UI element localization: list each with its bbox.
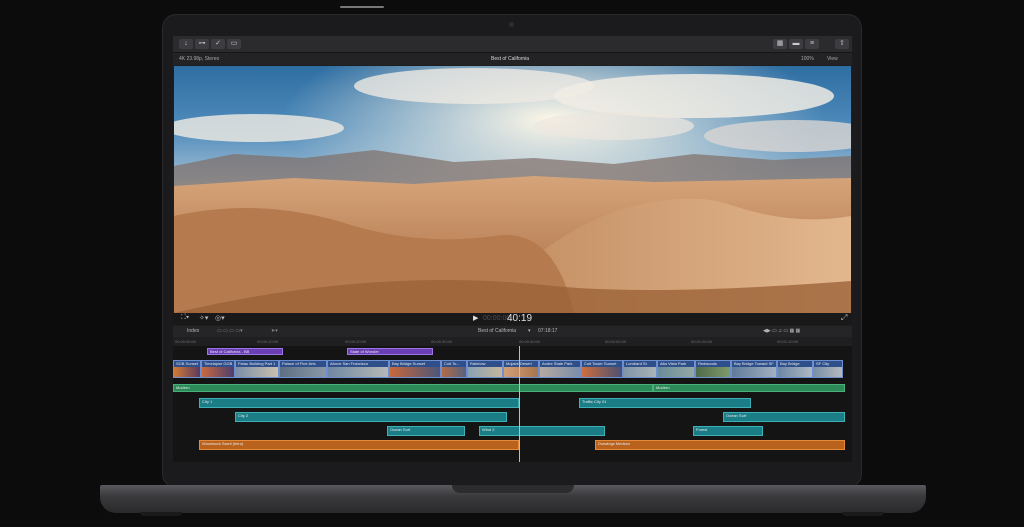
video-clip[interactable]: Coit To... <box>441 360 467 378</box>
timeline-view-icons[interactable]: ◀▶ ▭ ♫ ▭ ▦ ▦ <box>763 326 800 337</box>
compound-clip[interactable]: State of Wonder <box>347 348 433 355</box>
keyword-icon[interactable]: ⊶ <box>195 39 209 49</box>
index-tab[interactable]: Index <box>187 326 199 337</box>
laptop-hinge-highlight <box>340 6 384 8</box>
timecode-display[interactable]: 40:19 <box>507 313 532 324</box>
ruler-tick: 00:01:00:00 <box>691 339 713 344</box>
view-menu[interactable]: View <box>827 53 838 65</box>
viewer-image <box>174 66 851 313</box>
final-cut-window: ↓ ⊶ ✓ ▭ ▦ ▬ ≡ ⇧ 4K 23.98p, Stereo Best o… <box>173 36 852 462</box>
project-title: Best of California <box>491 56 530 62</box>
video-clip[interactable]: Timelapse GGB <box>201 360 235 378</box>
music-clip[interactable]: Modern <box>653 384 845 392</box>
video-clip[interactable]: SGB Sunset <box>173 360 201 378</box>
video-clip[interactable]: Lombard St <box>623 360 657 378</box>
enhance-icon[interactable]: ✧▾ <box>199 314 208 322</box>
import-icon[interactable]: ↓ <box>179 39 193 49</box>
audio-clip[interactable]: Wind 2 <box>479 426 605 436</box>
timeline-tracks[interactable]: Best of California - BB State of Wonder … <box>173 346 852 462</box>
tool-select-icon[interactable]: ➤▾ <box>271 326 278 337</box>
audio-clip[interactable]: Ocean Surf <box>387 426 465 436</box>
share-export-icon[interactable]: ⇧ <box>835 39 849 49</box>
timeline-dropdown-icon[interactable]: ▾ <box>528 326 531 337</box>
share-icon[interactable]: ▭ <box>227 39 241 49</box>
play-icon[interactable]: ▶ <box>473 314 478 322</box>
audio-clip[interactable]: City 1 <box>199 398 519 408</box>
audio-clip[interactable]: City 2 <box>235 412 507 422</box>
video-clip[interactable]: Redwoods <box>695 360 731 378</box>
ruler-tick: 00:00:30:00 <box>431 339 453 344</box>
video-clip[interactable]: Andre State Park <box>539 360 581 378</box>
video-clip[interactable]: Palau Building Part 1 <box>235 360 279 378</box>
laptop-foot <box>140 512 182 516</box>
video-clip[interactable]: Palace of Fine Arts <box>279 360 327 378</box>
format-info: 4K 23.98p, Stereo <box>179 56 220 62</box>
viewer-play-bar: ⛶▾ ✧▾ ◎▾ ▶ 00:00:00 40:19 ⤢ <box>173 313 852 325</box>
ruler-tick: 00:00:40:00 <box>519 339 541 344</box>
compound-clip[interactable]: Best of California - BB <box>207 348 283 355</box>
ruler-tick: 00:00:10:00 <box>257 339 279 344</box>
timeline-ruler[interactable]: 00:00:00:00 00:00:10:00 00:00:20:00 00:0… <box>173 337 852 346</box>
video-clip[interactable]: Bay Bridge Sunset <box>389 360 441 378</box>
timeline-name[interactable]: Best of California <box>478 326 516 337</box>
edit-buttons-icon[interactable]: ▭ ▭ ▭ ▭▾ <box>217 326 243 337</box>
browser-layout-icon[interactable]: ▦ <box>773 39 787 49</box>
video-clip[interactable]: Bay Bridge <box>777 360 813 378</box>
video-clip[interactable]: Bay Bridge Toward SF <box>731 360 777 378</box>
laptop-base-notch <box>452 485 574 493</box>
timeline-toolbar: Index ▭ ▭ ▭ ▭▾ ➤▾ Best of California ▾ 0… <box>173 326 852 337</box>
music-clip[interactable]: Modern <box>173 384 653 392</box>
laptop-foot <box>842 512 884 516</box>
video-clip[interactable]: Coit Tower Sunset <box>581 360 623 378</box>
audio-clip[interactable]: Ocean Surf <box>723 412 845 422</box>
audio-clip[interactable]: Traffic City 01 <box>579 398 751 408</box>
top-toolbar: ↓ ⊶ ✓ ▭ ▦ ▬ ≡ ⇧ <box>173 36 852 53</box>
transform-icon[interactable]: ⛶▾ <box>181 314 189 322</box>
video-clip[interactable]: Alta Vista Park <box>657 360 695 378</box>
camera-icon <box>509 22 514 27</box>
viewer-info-bar: 4K 23.98p, Stereo Best of California 100… <box>173 53 852 65</box>
ruler-tick: 00:00:20:00 <box>345 339 367 344</box>
ruler-tick: 00:00:00:00 <box>175 339 197 344</box>
video-clip[interactable]: SF City <box>813 360 843 378</box>
timeline-duration: 07:18:17 <box>538 328 558 334</box>
fullscreen-icon[interactable]: ⤢ <box>841 313 847 323</box>
music-clip[interactable]: Woodwork Swell (Intro) <box>199 440 519 450</box>
zoom-menu[interactable]: 100% <box>801 53 814 65</box>
audio-clip[interactable]: Forest <box>693 426 763 436</box>
inspector-layout-icon[interactable]: ≡ <box>805 39 819 49</box>
video-clip[interactable]: Above San Francisco <box>327 360 389 378</box>
speed-icon[interactable]: ◎▾ <box>215 314 225 322</box>
timeline-layout-icon[interactable]: ▬ <box>789 39 803 49</box>
music-clip[interactable]: Drawings Medium <box>595 440 845 450</box>
video-clip[interactable]: Rainbow <box>467 360 503 378</box>
video-clip[interactable]: Mojave Desert <box>503 360 539 378</box>
ruler-tick: 00:00:50:00 <box>605 339 627 344</box>
ruler-tick: 00:01:10:00 <box>777 339 799 344</box>
playhead[interactable] <box>519 346 520 462</box>
analyze-icon[interactable]: ✓ <box>211 39 225 49</box>
